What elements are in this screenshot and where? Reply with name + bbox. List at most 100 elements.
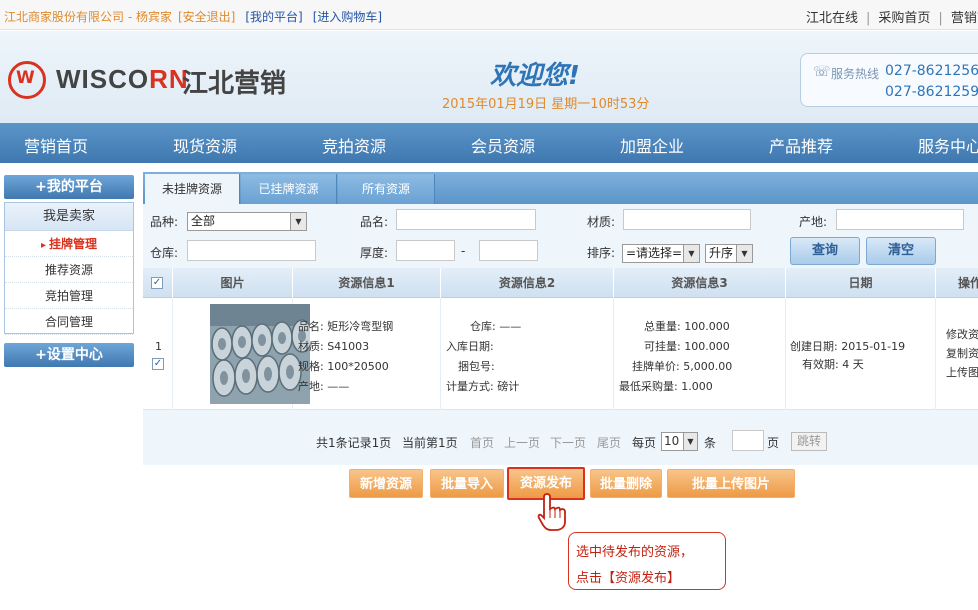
pager-first[interactable]: 首页 bbox=[470, 434, 494, 451]
row-image-cell bbox=[173, 298, 310, 410]
thickness-max-input[interactable] bbox=[479, 240, 538, 261]
pager-last[interactable]: 尾页 bbox=[597, 434, 621, 451]
hotline-number-2: 027-8621259 bbox=[885, 84, 978, 100]
main-nav: 营销首页 现货资源 竞拍资源 会员资源 加盟企业 产品推荐 服务中心 bbox=[0, 123, 978, 163]
company-name: 江北商家股份有限公司 - 杨宾家 bbox=[4, 10, 172, 24]
pager-total: 共1条记录1页 bbox=[316, 436, 392, 450]
sort-label: 排序: bbox=[587, 246, 616, 260]
nav-service[interactable]: 服务中心 bbox=[918, 133, 978, 157]
sidebar-item-listing[interactable]: 挂牌管理 bbox=[5, 231, 133, 257]
query-button[interactable]: 查询 bbox=[790, 237, 860, 265]
total-weight: 总重量: 100.000 bbox=[644, 320, 730, 333]
listable-quantity: 可挂量: 100.000 bbox=[644, 340, 730, 353]
origin: 产地: —— bbox=[298, 380, 350, 393]
batch-import-button[interactable]: 批量导入 bbox=[430, 469, 504, 498]
callout-line-2: 点击【资源发布】 bbox=[576, 571, 681, 586]
header-info2: 资源信息2 bbox=[441, 268, 614, 298]
edit-resource-link[interactable]: 修改资 bbox=[946, 326, 978, 342]
pager-per-page-label: 每页 bbox=[632, 436, 657, 450]
add-resource-button[interactable]: 新增资源 bbox=[349, 469, 423, 498]
logo-cn: 江北营销 bbox=[182, 69, 287, 99]
logout-link[interactable]: [安全退出] bbox=[178, 10, 235, 24]
batch-delete-button[interactable]: 批量删除 bbox=[590, 469, 662, 498]
tab-all[interactable]: 所有资源 bbox=[338, 174, 435, 204]
row-ops-cell: 修改资 复制资 上传图 bbox=[936, 298, 978, 410]
top-link-online[interactable]: 江北在线 bbox=[806, 11, 858, 26]
clear-button[interactable]: 清空 bbox=[866, 237, 936, 265]
chevron-down-icon: ▼ bbox=[290, 213, 306, 230]
batch-upload-images-button[interactable]: 批量上传图片 bbox=[667, 469, 795, 498]
welcome-text: 欢迎您! bbox=[490, 61, 580, 91]
top-right-links: 江北在线|采购首页|营销首 bbox=[806, 7, 978, 26]
current-datetime: 2015年01月19日 星期一10时53分 bbox=[442, 97, 650, 112]
variety-label: 品种: bbox=[150, 215, 179, 229]
top-link-purchase[interactable]: 采购首页 bbox=[878, 11, 930, 26]
cart-link[interactable]: [进入购物车] bbox=[313, 10, 382, 24]
row-checkbox[interactable]: ✓ bbox=[152, 358, 164, 370]
per-page-select[interactable]: 10 ▼ bbox=[661, 432, 698, 451]
tab-unlisted[interactable]: 未挂牌资源 bbox=[145, 174, 240, 204]
table-header: ✓ 图片 资源信息1 资源信息2 资源信息3 日期 操作 bbox=[143, 268, 978, 298]
filter-panel: 品种: 全部 ▼ 品名: 材质: 产地: 仓库: 厚度: - 排序: =请选择= ▼… bbox=[143, 204, 978, 268]
thickness-min-input[interactable] bbox=[396, 240, 455, 261]
logo-icon bbox=[8, 61, 46, 99]
nav-products[interactable]: 产品推荐 bbox=[769, 133, 833, 157]
name-input[interactable] bbox=[396, 209, 536, 230]
measure-method: 计量方式: 磅计 bbox=[446, 380, 520, 393]
header-select-all[interactable]: ✓ bbox=[143, 268, 173, 298]
top-link-marketing[interactable]: 营销首 bbox=[951, 11, 978, 26]
header-ops: 操作 bbox=[958, 276, 978, 290]
header-date: 日期 bbox=[786, 268, 936, 298]
nav-spot[interactable]: 现货资源 bbox=[173, 133, 237, 157]
variety-select[interactable]: 全部 ▼ bbox=[187, 212, 307, 231]
row-date-cell: 创建日期: 2015-01-19 有效期: 4 天 bbox=[786, 298, 936, 410]
warehouse-label: 仓库: bbox=[150, 246, 179, 260]
page-number-input[interactable] bbox=[732, 430, 764, 451]
sidebar-my-platform[interactable]: +我的平台 bbox=[4, 175, 134, 199]
nav-home[interactable]: 营销首页 bbox=[24, 133, 88, 157]
pager-prev[interactable]: 上一页 bbox=[504, 434, 540, 451]
sort-select[interactable]: =请选择= ▼ bbox=[622, 244, 700, 263]
validity: 有效期: 4 天 bbox=[802, 358, 864, 371]
origin-input[interactable] bbox=[836, 209, 964, 230]
warehouse: 仓库: —— bbox=[470, 320, 522, 333]
select-all-checkbox[interactable]: ✓ bbox=[151, 277, 163, 289]
sidebar-settings[interactable]: +设置中心 bbox=[4, 343, 134, 367]
origin-label: 产地: bbox=[799, 215, 828, 229]
nav-members[interactable]: 会员资源 bbox=[471, 133, 535, 157]
material-input[interactable] bbox=[623, 209, 751, 230]
nav-franchise[interactable]: 加盟企业 bbox=[620, 133, 684, 157]
phone-icon: ☏ bbox=[813, 64, 831, 80]
row-select-cell: 1 ✓ bbox=[143, 298, 173, 410]
copy-resource-link[interactable]: 复制资 bbox=[946, 345, 978, 361]
sidebar-item-recommend[interactable]: 推荐资源 bbox=[5, 257, 133, 283]
chevron-down-icon: ▼ bbox=[683, 245, 699, 262]
hand-pointer-icon bbox=[536, 492, 570, 532]
tab-listed[interactable]: 已挂牌资源 bbox=[241, 174, 337, 204]
header-image: 图片 bbox=[173, 268, 293, 298]
name-label: 品名: bbox=[360, 215, 389, 229]
warehouse-input[interactable] bbox=[187, 240, 316, 261]
callout-line-1: 选中待发布的资源， bbox=[576, 545, 694, 560]
my-platform-link[interactable]: [我的平台] bbox=[245, 10, 302, 24]
product-name: 品名: 矩形冷弯型钢 bbox=[298, 320, 394, 333]
sidebar-seller-box: 我是卖家 挂牌管理 推荐资源 竞拍管理 合同管理 bbox=[4, 202, 134, 335]
pager-next[interactable]: 下一页 bbox=[550, 434, 586, 451]
jump-button[interactable]: 跳转 bbox=[791, 432, 828, 451]
order-select[interactable]: 升序 ▼ bbox=[705, 244, 753, 263]
instruction-callout: 选中待发布的资源， 点击【资源发布】 bbox=[568, 532, 726, 590]
sidebar-seller-title: 我是卖家 bbox=[5, 203, 133, 231]
row-info2-cell: 仓库: —— 入库日期: 捆包号: 计量方式: 磅计 bbox=[441, 298, 614, 410]
hotline-box: ☏ 服务热线 027-8621256 027-8621259 bbox=[800, 53, 978, 107]
nav-auction[interactable]: 竞拍资源 bbox=[322, 133, 386, 157]
hotline-number-1: 027-8621256 bbox=[885, 63, 978, 79]
chevron-down-icon: ▼ bbox=[736, 245, 752, 262]
pager-unit: 条 bbox=[704, 436, 717, 450]
top-links: [安全退出] [我的平台] [进入购物车] bbox=[178, 8, 392, 25]
upload-image-link[interactable]: 上传图 bbox=[946, 364, 978, 380]
pager-current: 当前第1页 bbox=[402, 436, 458, 450]
sidebar-item-auction[interactable]: 竞拍管理 bbox=[5, 283, 133, 309]
sidebar-item-contract[interactable]: 合同管理 bbox=[5, 309, 133, 335]
thickness-label: 厚度: bbox=[360, 246, 389, 260]
material-label: 材质: bbox=[587, 215, 616, 229]
